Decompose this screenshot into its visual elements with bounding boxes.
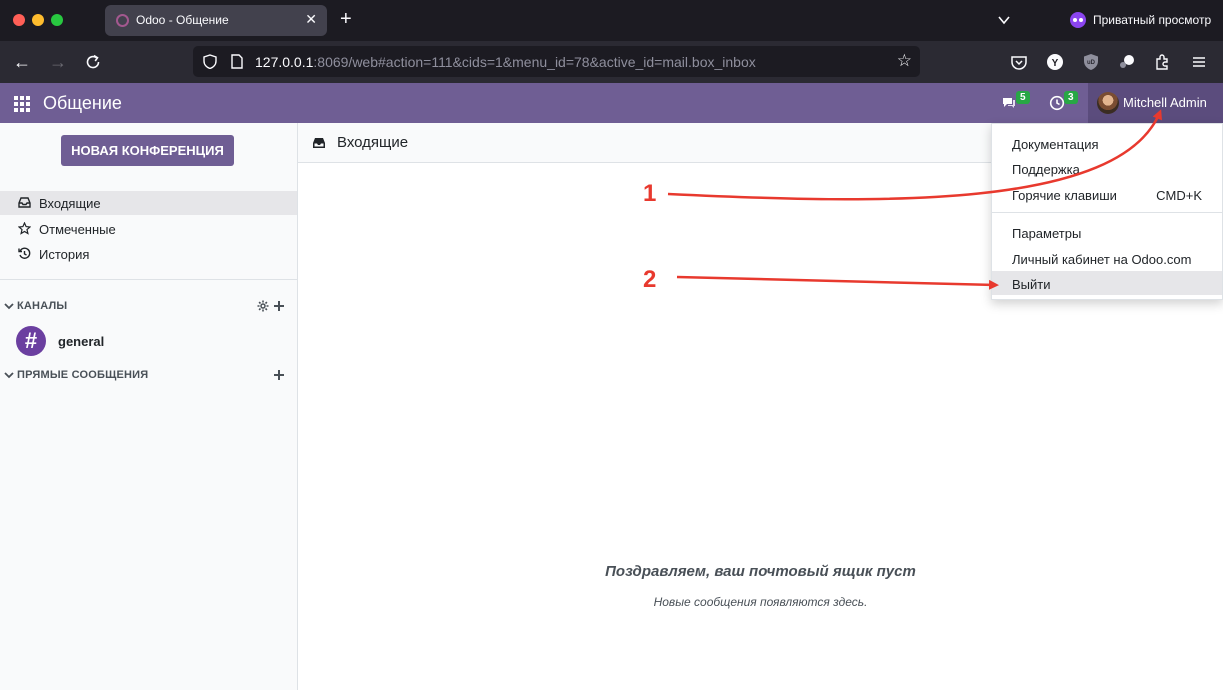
menu-item-logout[interactable]: Выйти (992, 271, 1222, 295)
sidebar-divider (0, 279, 297, 280)
menu-item-label: Документация (1012, 137, 1099, 152)
gear-icon[interactable] (257, 300, 269, 312)
private-label: Приватный просмотр (1093, 13, 1212, 27)
menu-item-documentation[interactable]: Документация (992, 131, 1222, 155)
forward-arrow-icon[interactable]: → (46, 50, 70, 74)
menu-item-label: Горячие клавиши (1012, 188, 1117, 203)
activities-count-badge: 3 (1064, 91, 1078, 104)
user-dropdown-menu: Документация Поддержка Горячие клавиши C… (991, 123, 1223, 300)
arrow-2 (676, 275, 999, 290)
menu-item-shortcuts[interactable]: Горячие клавиши CMD+K (992, 182, 1222, 206)
pocket-icon[interactable] (1010, 53, 1028, 71)
hashtag-icon: # (16, 326, 46, 356)
annotation-step-1: 1 (643, 180, 657, 207)
reload-icon[interactable] (84, 53, 102, 71)
sidebar-item-inbox[interactable]: Входящие (0, 191, 297, 215)
user-name: Mitchell Admin (1123, 95, 1207, 110)
discuss-sidebar: НОВАЯ КОНФЕРЕНЦИЯ Входящие Отмеченные Ис… (0, 123, 298, 690)
menu-item-label: Параметры (1012, 226, 1082, 241)
svg-text:Y: Y (1052, 58, 1059, 69)
shortcut-hint: CMD+K (1156, 188, 1202, 203)
extension-icon[interactable] (1118, 53, 1136, 71)
chevron-down-icon[interactable] (4, 301, 14, 311)
inbox-icon (18, 197, 31, 208)
menu-item-support[interactable]: Поддержка (992, 156, 1222, 180)
url-text[interactable]: 127.0.0.1:8069/web#action=111&cids=1&men… (255, 54, 756, 70)
browser-tab[interactable]: Odoo - Общение ✕ (105, 5, 327, 36)
menu-item-preferences[interactable]: Параметры (992, 220, 1222, 244)
apps-grid-icon[interactable] (14, 96, 30, 112)
annotation-step-2: 2 (643, 266, 657, 293)
channels-category[interactable]: КАНАЛЫ (0, 298, 297, 316)
odoo-top-bar: Общение 5 3 Mitchell Admin (0, 83, 1223, 123)
close-window-button[interactable] (13, 14, 25, 26)
menu-item-label: Поддержка (1012, 162, 1080, 177)
tab-title: Odoo - Общение (136, 13, 229, 27)
hamburger-menu-icon[interactable] (1190, 53, 1208, 71)
sidebar-item-label: Входящие (39, 196, 101, 211)
page-title: Входящие (337, 134, 409, 151)
empty-inbox-title: Поздравляем, ваш почтовый ящик пуст (605, 563, 916, 580)
channels-category-label: КАНАЛЫ (17, 300, 68, 312)
channel-item-general[interactable]: # general (16, 326, 276, 356)
chevron-down-icon[interactable] (4, 370, 14, 380)
app-title[interactable]: Общение (43, 93, 122, 114)
menu-divider (992, 212, 1222, 213)
private-browsing-indicator: Приватный просмотр (1070, 12, 1211, 28)
tab-close-button[interactable]: ✕ (305, 11, 317, 28)
new-tab-button[interactable]: + (340, 8, 352, 30)
browser-nav-bar: ← → 127.0.0.1:8069/web#action=111&cids=1… (0, 41, 1223, 83)
odoo-logo-icon (116, 14, 129, 27)
page-icon[interactable] (231, 54, 243, 69)
shield-icon[interactable] (203, 54, 217, 69)
channel-name: general (58, 334, 105, 349)
menu-item-label: Личный кабинет на Odoo.com (1012, 252, 1192, 267)
star-icon (18, 222, 31, 235)
clock-icon[interactable] (1049, 95, 1065, 111)
menu-item-odoo-account[interactable]: Личный кабинет на Odoo.com (992, 246, 1222, 270)
empty-inbox-subtitle: Новые сообщения появляются здесь. (653, 595, 868, 609)
bookmark-star-icon[interactable]: ☆ (897, 51, 912, 71)
new-meeting-button[interactable]: НОВАЯ КОНФЕРЕНЦИЯ (61, 135, 234, 166)
messages-count-badge: 5 (1016, 91, 1030, 104)
back-arrow-icon[interactable]: ← (10, 50, 34, 74)
ublock-shield-icon[interactable]: uD (1082, 53, 1100, 71)
plus-icon[interactable] (273, 369, 285, 381)
yandex-extension-icon[interactable]: Y (1046, 53, 1064, 71)
zoom-window-button[interactable] (51, 14, 63, 26)
puzzle-extensions-icon[interactable] (1154, 53, 1172, 71)
private-mask-icon (1070, 12, 1086, 28)
minimize-window-button[interactable] (32, 14, 44, 26)
menu-item-label: Выйти (1012, 277, 1051, 292)
browser-tab-bar: Odoo - Общение ✕ + Приватный просмотр (0, 0, 1223, 41)
chat-bubbles-icon[interactable] (1001, 95, 1017, 111)
sidebar-item-starred[interactable]: Отмеченные (0, 217, 297, 241)
inbox-icon (313, 138, 325, 148)
sidebar-item-label: Отмеченные (39, 222, 116, 237)
sidebar-item-label: История (39, 247, 90, 262)
plus-icon[interactable] (273, 300, 285, 312)
address-bar[interactable]: 127.0.0.1:8069/web#action=111&cids=1&men… (193, 46, 920, 77)
chevron-down-icon[interactable] (996, 12, 1012, 28)
svg-text:uD: uD (1087, 60, 1096, 66)
direct-messages-category-label: ПРЯМЫЕ СООБЩЕНИЯ (17, 369, 149, 381)
sidebar-item-history[interactable]: История (0, 242, 297, 266)
user-menu-toggle[interactable]: Mitchell Admin (1088, 83, 1223, 123)
direct-messages-category[interactable]: ПРЯМЫЕ СООБЩЕНИЯ (0, 367, 297, 385)
avatar (1097, 92, 1119, 114)
history-icon (18, 247, 31, 259)
